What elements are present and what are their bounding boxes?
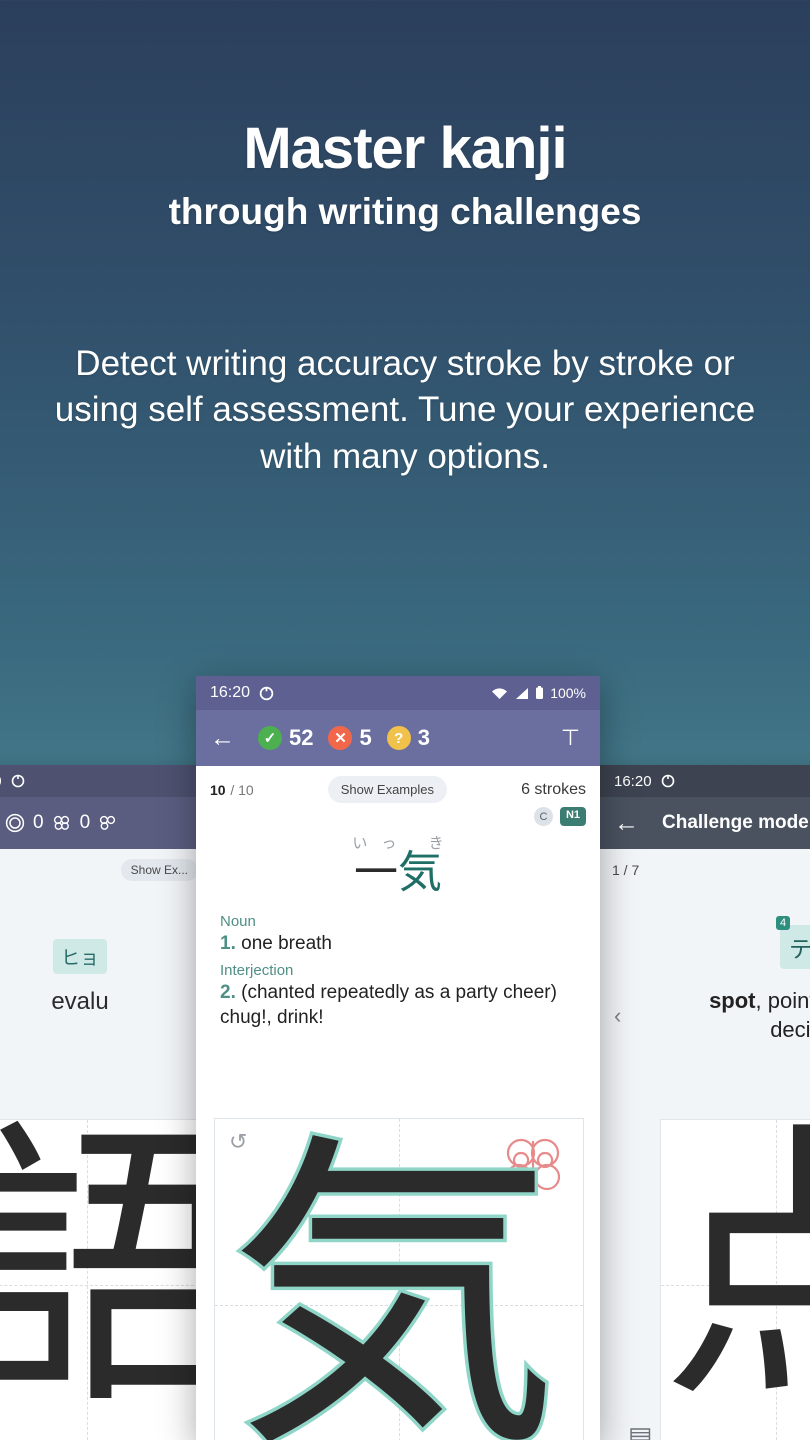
definition-1: 1. one breath: [220, 933, 332, 954]
center-status-time: 16:20: [210, 684, 251, 701]
check-circle-icon: ✓: [258, 726, 282, 750]
center-definitions: Noun 1. one breath Interjection 2. (chan…: [196, 895, 600, 1034]
right-definition-line2: decimal: [770, 1016, 810, 1042]
center-word-part2: 気: [398, 848, 442, 897]
tag-jlpt-level: N1: [559, 807, 586, 826]
center-word: 一気: [196, 851, 600, 895]
left-phone-screenshot: 16:20 ← 0 0 1 / 10 Show Ex... ヒョ evalu 語: [0, 765, 210, 1440]
part-of-speech-2: Interjection: [220, 962, 294, 980]
left-count-2: 0: [79, 812, 91, 833]
page-title: Master kanji: [243, 116, 567, 181]
right-writing-canvas[interactable]: 点: [660, 1104, 810, 1440]
right-sub-bar: 1 / 7: [600, 849, 810, 891]
brain-icon: [53, 815, 69, 830]
left-status-bar: 16:20: [0, 765, 210, 797]
signal-icon: [516, 687, 529, 699]
right-phone-screenshot: 16:20 ← Challenge mode 1 / 7 4 テン ‹ spot…: [600, 765, 810, 1440]
left-counters: 0 0: [4, 812, 119, 834]
left-show-examples-button[interactable]: Show Ex...: [120, 859, 198, 881]
page-subtitle: through writing challenges: [168, 190, 642, 232]
right-app-bar: ← Challenge mode: [600, 797, 810, 849]
right-drawn-character: 点: [661, 1100, 810, 1437]
center-stroke-count: 6 strokes: [521, 780, 586, 798]
left-drawn-character: 語: [0, 1096, 210, 1440]
right-definition-rest: , point, m: [755, 988, 810, 1013]
center-status-bar: 16:20 100%: [196, 676, 600, 710]
hero-section: Master kanji through writing challenges …: [0, 0, 810, 480]
chevron-left-icon[interactable]: ‹: [614, 1003, 621, 1029]
layers-icon[interactable]: ▤: [628, 1421, 653, 1440]
center-unsure-count: 3: [417, 725, 430, 750]
right-definition-bold: spot: [709, 988, 756, 1013]
right-definition: spot, point, m decimal: [631, 987, 810, 1044]
center-sub-bar: 10 / 10 Show Examples 6 strokes: [196, 766, 600, 805]
show-examples-button[interactable]: Show Examples: [327, 776, 447, 803]
record-icon: [11, 774, 24, 788]
left-app-bar: ← 0 0: [0, 797, 210, 849]
cross-circle-icon: ✕: [328, 726, 353, 750]
center-battery-label: 100%: [550, 685, 586, 701]
record-icon: [661, 774, 674, 788]
right-chip-badge: 4: [776, 916, 791, 930]
definition-2: 2. (chanted repeatedly as a party cheer)…: [220, 982, 557, 1028]
left-reading-chip[interactable]: ヒョ: [52, 939, 107, 974]
center-progress: 10 / 10: [210, 781, 254, 798]
center-back-button[interactable]: ←: [210, 725, 240, 751]
center-wrong-count: 5: [359, 725, 372, 750]
wifi-icon: [492, 687, 508, 699]
right-status-time: 16:20: [614, 772, 652, 790]
left-count-1: 0: [33, 812, 44, 833]
center-phone-screenshot: 16:20 100% ← ✓ 52 ✕ 5 ? 3 ⊤ 10 / 10 Show…: [196, 676, 600, 1440]
tag-common: C: [533, 807, 553, 826]
battery-icon: [536, 686, 544, 699]
right-phone-body: 1 / 7 4 テン ‹ spot, point, m decimal 点 ▤: [600, 849, 810, 1440]
text-top-icon[interactable]: ⊤: [561, 725, 586, 751]
right-status-bar: 16:20: [600, 765, 810, 797]
center-word-part1: 一: [354, 848, 398, 897]
brain-icon-2: [100, 815, 116, 830]
center-score-row: ✓ 52 ✕ 5 ? 3: [258, 725, 430, 751]
center-app-bar: ← ✓ 52 ✕ 5 ? 3 ⊤: [196, 710, 600, 766]
right-chip-text: テン: [789, 936, 810, 962]
left-writing-canvas[interactable]: 語: [0, 1106, 210, 1440]
record-icon: [259, 686, 274, 700]
writing-canvas[interactable]: ↺ ⓘ ★ 気: [214, 1110, 584, 1440]
left-word: evalu: [51, 988, 109, 1015]
center-tag-row: C N1: [196, 805, 600, 826]
left-status-time: 16:20: [0, 773, 2, 790]
right-app-bar-title: Challenge mode: [662, 812, 809, 833]
right-progress: 1 / 7: [612, 862, 640, 878]
drawn-character: 気: [226, 1107, 563, 1440]
question-circle-icon: ?: [386, 726, 411, 750]
left-phone-body: 1 / 10 Show Ex... ヒョ evalu 語: [0, 849, 210, 1440]
right-reading-chip[interactable]: 4 テン: [776, 916, 810, 969]
center-correct-count: 52: [289, 725, 314, 750]
part-of-speech-1: Noun: [220, 913, 256, 930]
spiral-icon: [5, 813, 25, 833]
right-back-button[interactable]: ←: [614, 810, 644, 836]
hero-body-text: Detect writing accuracy stroke by stroke…: [54, 344, 756, 476]
left-sub-bar: 1 / 10 Show Ex...: [0, 849, 210, 891]
